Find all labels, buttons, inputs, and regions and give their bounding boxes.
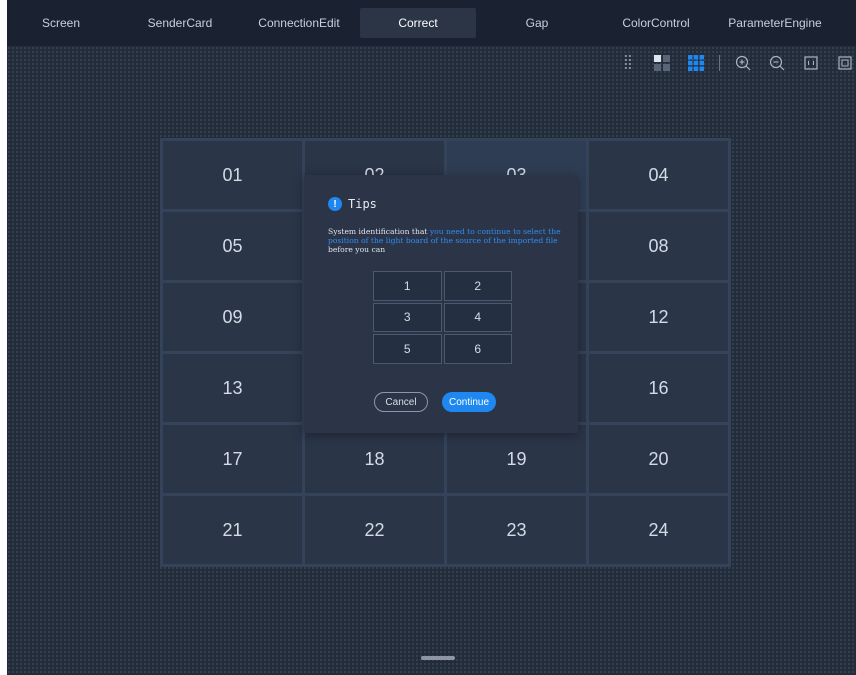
dialog-title: Tips [348, 197, 377, 211]
board-cell-04[interactable]: 04 [589, 141, 728, 209]
cancel-button[interactable]: Cancel [374, 392, 428, 412]
board-cell-08[interactable]: 08 [589, 212, 728, 280]
layout-large-grid-icon[interactable] [685, 52, 707, 74]
zoom-out-icon[interactable] [766, 52, 788, 74]
tab-sendercard[interactable]: SenderCard [122, 8, 238, 38]
dialog-message: System identification that you need to c… [328, 227, 563, 255]
board-cell-21[interactable]: 21 [163, 496, 302, 564]
drag-handle-icon[interactable] [617, 52, 639, 74]
position-option-3[interactable]: 3 [373, 302, 442, 333]
board-cell-22[interactable]: 22 [305, 496, 444, 564]
zoom-in-icon[interactable] [732, 52, 754, 74]
position-selector: 1 2 3 4 5 6 [373, 271, 512, 364]
position-option-4[interactable]: 4 [443, 302, 512, 333]
continue-button[interactable]: Continue [442, 392, 496, 412]
board-cell-24[interactable]: 24 [589, 496, 728, 564]
position-option-5[interactable]: 5 [373, 334, 442, 364]
dialog-header: ! Tips [328, 197, 377, 211]
board-cell-09[interactable]: 09 [163, 283, 302, 351]
canvas-toolbar [605, 52, 856, 74]
position-option-1[interactable]: 1 [373, 271, 442, 301]
tab-bar: Screen SenderCard ConnectionEdit Correct… [7, 0, 856, 46]
tab-correct[interactable]: Correct [360, 8, 476, 38]
position-option-2[interactable]: 2 [443, 271, 512, 301]
app-window: Screen SenderCard ConnectionEdit Correct… [7, 0, 856, 675]
info-icon: ! [328, 197, 342, 211]
board-cell-01[interactable]: 01 [163, 141, 302, 209]
message-suffix: before you can [328, 245, 386, 255]
toolbar-divider [719, 55, 720, 71]
message-prefix: System identification that [328, 227, 430, 236]
bottom-drag-handle[interactable] [421, 656, 455, 660]
board-cell-13[interactable]: 13 [163, 354, 302, 422]
tab-gap[interactable]: Gap [479, 8, 595, 38]
tab-colorcontrol[interactable]: ColorControl [598, 8, 714, 38]
tab-connectionedit[interactable]: ConnectionEdit [241, 8, 357, 38]
board-cell-16[interactable]: 16 [589, 354, 728, 422]
position-option-6[interactable]: 6 [443, 334, 512, 364]
board-cell-20[interactable]: 20 [589, 425, 728, 493]
board-cell-05[interactable]: 05 [163, 212, 302, 280]
tips-dialog: ! Tips System identification that you ne… [304, 175, 578, 433]
fullscreen-icon[interactable] [834, 52, 856, 74]
board-cell-12[interactable]: 12 [589, 283, 728, 351]
board-cell-18[interactable]: 18 [305, 425, 444, 493]
layout-small-grid-icon[interactable] [651, 52, 673, 74]
board-cell-23[interactable]: 23 [447, 496, 586, 564]
tab-parameterengine[interactable]: ParameterEngine [717, 8, 833, 38]
fit-icon[interactable] [800, 52, 822, 74]
board-cell-19[interactable]: 19 [447, 425, 586, 493]
board-cell-17[interactable]: 17 [163, 425, 302, 493]
tab-screen[interactable]: Screen [7, 8, 119, 38]
